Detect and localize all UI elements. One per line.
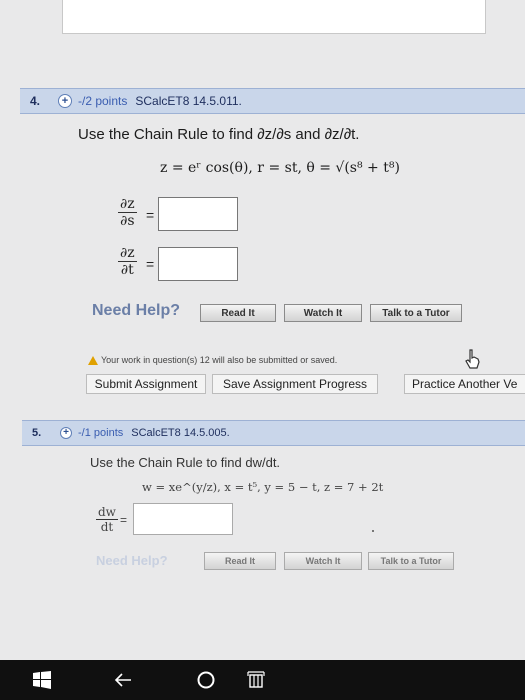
expand-plus-icon[interactable]: + — [58, 94, 72, 108]
need-help-label: Need Help? — [96, 553, 168, 568]
fraction-denominator: ∂s — [120, 213, 135, 229]
warning-icon — [88, 355, 98, 365]
question-number: 4. — [30, 94, 41, 108]
equals-sign: = — [146, 207, 155, 223]
submit-assignment-button[interactable]: Submit Assignment — [86, 374, 206, 394]
expand-plus-icon[interactable]: + — [60, 427, 72, 439]
derivative-dz-dt: ∂z ∂t — [118, 245, 137, 278]
equals-sign: = — [120, 513, 128, 527]
dz-ds-answer-input[interactable] — [158, 197, 238, 231]
read-it-button[interactable]: Read It — [200, 304, 276, 322]
question-5-equation: w = xe^(y/z), x = t⁵, y = 5 − t, z = 7 +… — [142, 480, 384, 494]
question-code: SCalcET8 14.5.011. — [135, 94, 242, 108]
cortana-circle-icon[interactable] — [196, 670, 216, 690]
question-5-header: 5. + -/1 points SCalcET8 14.5.005. — [22, 420, 525, 446]
points-label: -/2 points — [78, 94, 128, 108]
equals-sign: = — [146, 256, 155, 272]
derivative-dw-dt: dw dt — [96, 505, 118, 534]
need-help-label: Need Help? — [92, 302, 181, 319]
read-it-button[interactable]: Read It — [204, 552, 276, 570]
fraction-denominator: dt — [100, 520, 114, 534]
talk-to-tutor-button[interactable]: Talk to a Tutor — [368, 552, 454, 570]
question-4-equation: z = eʳ cos(θ), r = st, θ = √(s⁸ + t⁸) — [160, 160, 400, 176]
dz-dt-answer-input[interactable] — [158, 247, 238, 281]
notice-text: Your work in question(s) 12 will also be… — [101, 355, 338, 365]
question-5-prompt: Use the Chain Rule to find dw/dt. — [90, 455, 281, 470]
watch-it-button[interactable]: Watch It — [284, 552, 362, 570]
submission-notice: Your work in question(s) 12 will also be… — [88, 355, 337, 365]
hand-cursor-icon — [465, 349, 480, 369]
windows-start-icon[interactable] — [32, 670, 52, 690]
fraction-numerator: dw — [96, 505, 118, 520]
task-view-icon[interactable] — [246, 670, 266, 690]
fraction-numerator: ∂z — [118, 196, 137, 213]
dw-dt-answer-input[interactable] — [133, 503, 233, 535]
talk-to-tutor-button[interactable]: Talk to a Tutor — [370, 304, 462, 322]
question-4-header: 4. + -/2 points SCalcET8 14.5.011. — [20, 88, 525, 114]
question-4-prompt: Use the Chain Rule to find ∂z/∂s and ∂z/… — [78, 126, 360, 143]
practice-another-button[interactable]: Practice Another Ve — [404, 374, 525, 394]
watch-it-button[interactable]: Watch It — [284, 304, 362, 322]
derivative-dz-ds: ∂z ∂s — [118, 196, 137, 229]
save-progress-button[interactable]: Save Assignment Progress — [212, 374, 378, 394]
question-number: 5. — [32, 427, 42, 439]
previous-question-box — [62, 0, 486, 34]
windows-taskbar — [0, 660, 525, 700]
question-code: SCalcET8 14.5.005. — [131, 427, 230, 439]
points-label: -/1 points — [78, 427, 124, 439]
fraction-denominator: ∂t — [120, 262, 134, 278]
back-arrow-icon[interactable] — [113, 670, 133, 690]
fraction-numerator: ∂z — [118, 245, 137, 262]
